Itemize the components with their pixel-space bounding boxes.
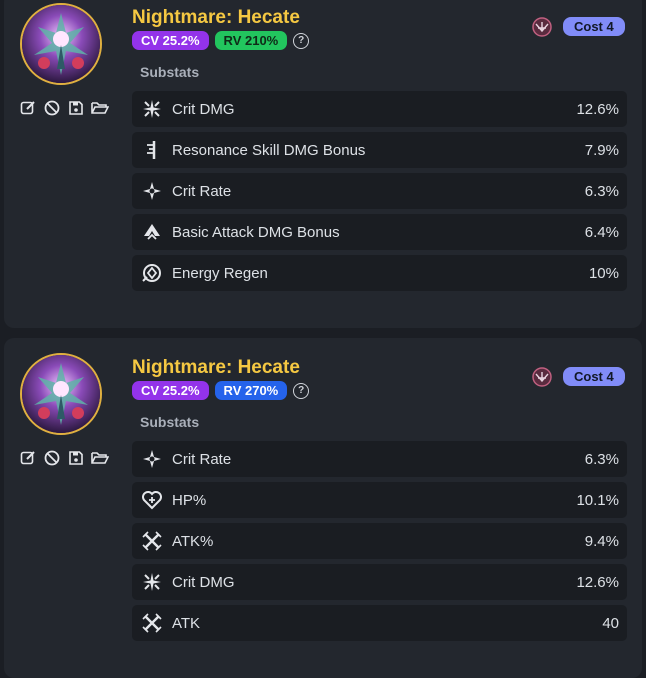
substat-name: ATK% [172, 532, 214, 550]
atk-icon [141, 530, 163, 552]
crit-rate-icon [141, 180, 163, 202]
crit-rate-icon [141, 448, 163, 470]
cost-badge: Cost 4 [563, 17, 625, 36]
substat-row: Crit Rate 6.3% [132, 173, 627, 209]
edit-icon[interactable] [19, 99, 37, 117]
echo-avatar[interactable] [20, 3, 102, 85]
substats-heading: Substats [140, 414, 200, 430]
echo-avatar[interactable] [20, 353, 102, 435]
help-icon[interactable]: ? [293, 32, 310, 49]
substat-name: Basic Attack DMG Bonus [172, 223, 340, 241]
sonata-icon [532, 367, 552, 387]
substats-list: Crit DMG 12.6% Resonance Skill DMG Bonus… [132, 91, 627, 291]
substat-name: Crit Rate [172, 450, 232, 468]
folder-open-icon[interactable] [91, 449, 109, 467]
substat-value: 10.1% [576, 491, 619, 509]
echo-title: Nightmare: Hecate [132, 7, 300, 28]
substat-row: Crit DMG 12.6% [132, 564, 627, 600]
resonance-skill-icon [141, 139, 163, 161]
substat-row: Basic Attack DMG Bonus 6.4% [132, 214, 627, 250]
substat-name: ATK [172, 614, 201, 632]
basic-attack-icon [141, 221, 163, 243]
echo-toolbar [19, 99, 109, 117]
substat-name: Energy Regen [172, 264, 268, 282]
cv-badge: CV 25.2% [132, 381, 209, 400]
echo-title: Nightmare: Hecate [132, 357, 300, 378]
crit-dmg-icon [141, 98, 163, 120]
substat-name: Crit DMG [172, 573, 235, 591]
substats-list: Crit Rate 6.3% HP% 10.1% ATK% 9.4% Crit … [132, 441, 627, 641]
substat-value: 40 [602, 614, 619, 632]
substat-row: Crit DMG 12.6% [132, 91, 627, 127]
substat-value: 6.3% [584, 182, 619, 200]
substat-value: 12.6% [576, 573, 619, 591]
echo-card-1: Nightmare: Hecate CV 25.2% RV 210% ? Cos… [4, 0, 642, 328]
echo-toolbar [19, 449, 109, 467]
sonata-icon [532, 17, 552, 37]
ban-icon[interactable] [43, 99, 61, 117]
substat-name: HP% [172, 491, 207, 509]
save-icon[interactable] [67, 99, 85, 117]
echo-badges: CV 25.2% RV 210% ? [132, 31, 310, 50]
crit-dmg-icon [141, 571, 163, 593]
substat-value: 6.4% [584, 223, 619, 241]
substat-row: Energy Regen 10% [132, 255, 627, 291]
substat-row: ATK 40 [132, 605, 627, 641]
save-icon[interactable] [67, 449, 85, 467]
substat-value: 12.6% [576, 100, 619, 118]
ban-icon[interactable] [43, 449, 61, 467]
echo-badges: CV 25.2% RV 270% ? [132, 381, 310, 400]
substat-row: ATK% 9.4% [132, 523, 627, 559]
substat-row: Crit Rate 6.3% [132, 441, 627, 477]
substat-row: HP% 10.1% [132, 482, 627, 518]
substat-name: Crit Rate [172, 182, 232, 200]
substats-heading: Substats [140, 64, 200, 80]
substat-value: 9.4% [584, 532, 619, 550]
cv-badge: CV 25.2% [132, 31, 209, 50]
substat-value: 6.3% [584, 450, 619, 468]
help-icon[interactable]: ? [293, 382, 310, 399]
substat-name: Resonance Skill DMG Bonus [172, 141, 366, 159]
substat-value: 7.9% [584, 141, 619, 159]
rv-badge: RV 270% [214, 381, 288, 400]
substat-value: 10% [588, 264, 619, 282]
cost-badge: Cost 4 [563, 367, 625, 386]
edit-icon[interactable] [19, 449, 37, 467]
rv-badge: RV 210% [214, 31, 288, 50]
substat-row: Resonance Skill DMG Bonus 7.9% [132, 132, 627, 168]
substat-name: Crit DMG [172, 100, 235, 118]
energy-regen-icon [141, 262, 163, 284]
atk-icon [141, 612, 163, 634]
hp-icon [141, 489, 163, 511]
echo-card-2: Nightmare: Hecate CV 25.2% RV 270% ? Cos… [4, 338, 642, 678]
folder-open-icon[interactable] [91, 99, 109, 117]
